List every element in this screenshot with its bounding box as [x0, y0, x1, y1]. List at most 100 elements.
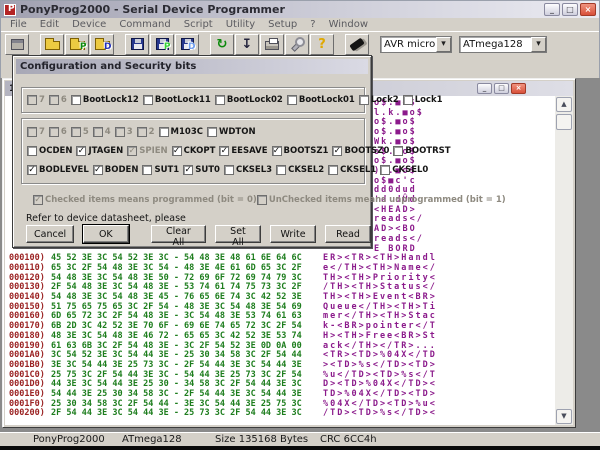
scroll-up-icon[interactable]: ▲	[556, 97, 572, 112]
device-family-value: AVR micro	[384, 39, 435, 50]
checkbox-ocden[interactable]: OCDEN	[27, 146, 72, 156]
checkbox-label: 4	[105, 127, 111, 137]
write-button[interactable]: Write	[270, 225, 316, 243]
child-restore-button[interactable]: □	[494, 83, 509, 94]
hex-ascii-fragment: reads</	[374, 214, 424, 224]
checkbox-jtagen[interactable]: ✓JTAGEN	[76, 146, 123, 156]
device-family-combobox[interactable]: AVR micro	[380, 36, 452, 53]
clear-all-button[interactable]: Clear All	[151, 225, 206, 243]
save-data-file-button[interactable]: D	[175, 34, 199, 55]
hex-address: 000170)	[9, 321, 45, 331]
checkbox-unchecked-items-means-unprogrammed-bit-1-: UnChecked items means unprogrammed (bit …	[257, 195, 506, 205]
checkbox-bodlevel[interactable]: ✓BODLEVEL	[27, 165, 89, 175]
checkbox-bootlock02[interactable]: BootLock02	[215, 95, 283, 105]
hex-address: 0001F0)	[9, 399, 45, 409]
hex-bytes: 6B 2D 3C 42 52 3E 70 6F - 69 6E 74 65 72…	[51, 321, 302, 331]
save-file-button[interactable]	[125, 34, 149, 55]
checkbox-sut0[interactable]: ✓SUT0	[183, 165, 220, 175]
hex-address: 0001A0)	[9, 350, 45, 360]
checkbox-cksel0[interactable]: CKSEL0	[380, 165, 428, 175]
fuse-row-0: 765432M103CWDTON	[27, 127, 359, 137]
reload-files-button[interactable]: ↻	[210, 34, 234, 55]
checkbox-bootlock11[interactable]: BootLock11	[143, 95, 211, 105]
checkbox-wdton[interactable]: WDTON	[207, 127, 256, 137]
scrollbar-thumb[interactable]	[556, 114, 572, 130]
checkbox-bootsz1[interactable]: ✓BOOTSZ1	[272, 146, 329, 156]
close-button[interactable]: ×	[580, 3, 596, 16]
menu-item-utility[interactable]: Utility	[226, 19, 255, 30]
hex-ascii: ack</TH></TR>...	[323, 341, 437, 351]
checkbox-box: ✓	[33, 195, 43, 205]
checkbox-eesave[interactable]: ✓EESAVE	[219, 146, 267, 156]
checkbox-m103c[interactable]: M103C	[159, 127, 203, 137]
checkbox-box: ✓	[127, 146, 137, 156]
menu-item-script[interactable]: Script	[184, 19, 213, 30]
menu-item-help[interactable]: ?	[310, 19, 315, 30]
print-button[interactable]	[260, 34, 284, 55]
device-type-combobox[interactable]: ATmega128	[459, 36, 547, 53]
menu-item-edit[interactable]: Edit	[40, 19, 59, 30]
checkbox-bootlock12[interactable]: BootLock12	[71, 95, 139, 105]
badge-letter: P	[164, 43, 171, 52]
new-window-button[interactable]	[5, 34, 29, 55]
open-data-file-button[interactable]: D	[90, 34, 114, 55]
help-button[interactable]: ?	[310, 34, 334, 55]
dialog-title-bar[interactable]: Configuration and Security bits	[16, 59, 368, 74]
child-minimize-button[interactable]: _	[477, 83, 492, 94]
checkbox-box	[328, 165, 338, 175]
checkbox-label: 7	[39, 95, 45, 105]
menu-item-window[interactable]: Window	[329, 19, 368, 30]
checkbox-cksel2[interactable]: CKSEL2	[276, 165, 324, 175]
dropdown-arrow-icon[interactable]	[531, 37, 546, 52]
set-all-button[interactable]: Set All	[215, 225, 261, 243]
checkbox-bootrst[interactable]: BOOTRST	[393, 146, 450, 156]
checkbox-bootlock01[interactable]: BootLock01	[287, 95, 355, 105]
dialog-title: Configuration and Security bits	[20, 61, 196, 72]
cancel-button[interactable]: Cancel	[26, 225, 74, 243]
checkbox-cksel3[interactable]: CKSEL3	[224, 165, 272, 175]
child-close-button[interactable]: ×	[511, 83, 526, 94]
checkbox-bootsz0[interactable]: ✓BOOTSZ0	[332, 146, 389, 156]
hex-bytes: 54 48 3E 3C 54 48 3E 50 - 72 69 6F 72 69…	[51, 273, 302, 283]
chip-icon	[349, 37, 364, 51]
checkbox-label: OCDEN	[39, 146, 72, 156]
hex-address: 0001E0)	[9, 389, 45, 399]
setup-button[interactable]	[285, 34, 309, 55]
open-program-file-button[interactable]: P	[65, 34, 89, 55]
scroll-down-icon[interactable]: ▼	[556, 409, 572, 424]
checkbox-lock2[interactable]: Lock2	[359, 95, 399, 105]
dropdown-arrow-icon[interactable]	[436, 37, 451, 52]
hex-bytes: 51 75 65 75 65 3C 2F 54 - 48 3E 3C 54 48…	[51, 302, 302, 312]
checkbox-label: BootLock11	[155, 95, 211, 105]
maximize-button[interactable]: □	[562, 3, 578, 16]
menu-item-device[interactable]: Device	[72, 19, 106, 30]
open-file-button[interactable]	[40, 34, 64, 55]
checkbox-sut1[interactable]: SUT1	[142, 165, 179, 175]
checkbox-lock1[interactable]: Lock1	[403, 95, 443, 105]
hex-address: 000140)	[9, 292, 45, 302]
interface-chip-button[interactable]	[345, 34, 369, 55]
checkbox-cksel1[interactable]: CKSEL1	[328, 165, 376, 175]
read-button[interactable]: Read	[325, 225, 371, 243]
save-floppy-icon	[131, 38, 144, 50]
checkbox-boden[interactable]: ✓BODEN	[93, 165, 139, 175]
read-device-button[interactable]: ↧	[235, 34, 259, 55]
checkbox-box	[403, 95, 413, 105]
save-program-file-button[interactable]: P	[150, 34, 174, 55]
menu-item-file[interactable]: File	[10, 19, 27, 30]
checkbox-ckopt[interactable]: ✓CKOPT	[172, 146, 216, 156]
hex-address: 000120)	[9, 273, 45, 283]
checkbox-box	[115, 127, 125, 137]
menu-item-setup[interactable]: Setup	[268, 19, 297, 30]
hex-address: 000200)	[9, 408, 45, 418]
device-type-value: ATmega128	[463, 39, 523, 50]
hex-bytes: 44 3E 3C 54 44 3E 25 30 - 34 58 3C 2F 54…	[51, 379, 302, 389]
ok-button[interactable]: OK	[83, 225, 129, 243]
minimize-button[interactable]: _	[544, 3, 560, 16]
dialog-note: Refer to device datasheet, please	[26, 213, 186, 224]
hex-ascii: %u</TD><TD>%s</T	[323, 370, 437, 380]
menu-item-command[interactable]: Command	[119, 19, 170, 30]
vertical-scrollbar[interactable]: ▲ ▼	[555, 96, 573, 425]
hex-ascii: TH><TH>Priority<	[323, 273, 437, 283]
checkbox-5: 5	[71, 127, 89, 137]
